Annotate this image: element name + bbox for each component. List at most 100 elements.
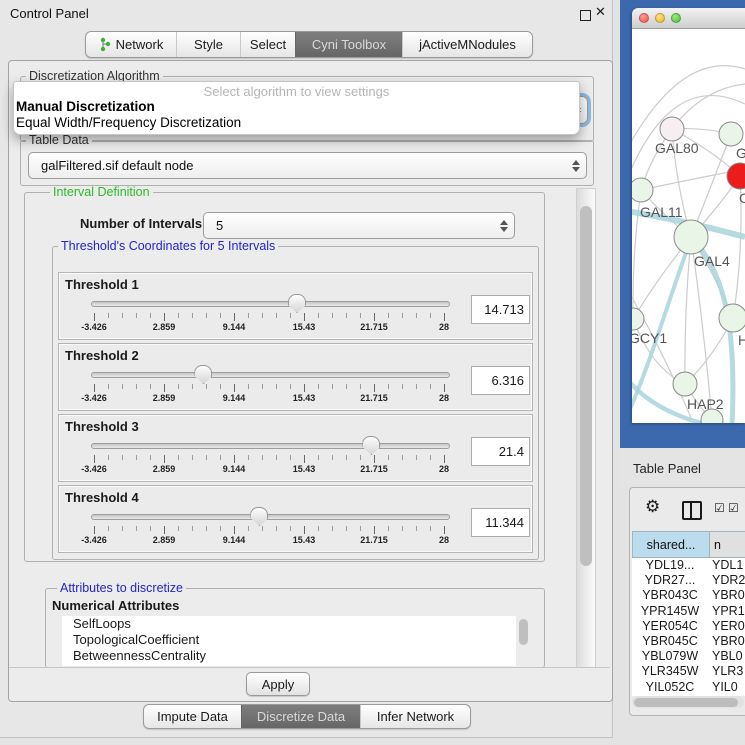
network-node[interactable] <box>660 117 684 141</box>
column-header-shared-name[interactable]: shared... <box>633 532 710 557</box>
column-layout-icon[interactable] <box>682 501 702 520</box>
attribute-list-item[interactable]: BetweennessCentrality <box>62 648 516 664</box>
minimize-traffic-light-icon[interactable] <box>655 13 665 23</box>
table-row[interactable]: YIL052CYIL0 <box>632 680 745 695</box>
attributes-list-scrollbar[interactable] <box>517 616 530 666</box>
tick-mark <box>178 455 179 460</box>
dropdown-item-equal-width-frequency[interactable]: Equal Width/Frequency Discretization <box>14 115 579 131</box>
table-row[interactable]: YBL079WYBL0 <box>632 649 745 664</box>
cell-shared-name[interactable]: YBR045C <box>632 634 708 649</box>
threshold-value-field[interactable]: 14.713 <box>471 295 530 324</box>
table-row[interactable]: YBR045CYBR0 <box>632 634 745 649</box>
cell-name[interactable]: YPR1 <box>708 604 745 619</box>
tick-mark <box>304 384 305 392</box>
table-row[interactable]: YER054CYER0 <box>632 619 745 634</box>
network-node[interactable] <box>632 308 644 330</box>
table-horizontal-scrollbar[interactable] <box>632 696 744 708</box>
tab-discretize-data[interactable]: Discretize Data <box>241 705 360 728</box>
tick-mark <box>94 455 95 463</box>
cell-name[interactable]: YBR0 <box>708 588 745 603</box>
threshold-slider-thumb[interactable] <box>362 436 380 455</box>
threshold-label: Threshold 4 <box>65 490 139 505</box>
threshold-value-field[interactable]: 11.344 <box>471 508 530 537</box>
tab-select[interactable]: Select <box>240 32 295 57</box>
tick-mark <box>94 384 95 392</box>
table-panel-title: Table Panel <box>633 461 701 476</box>
cell-shared-name[interactable]: YBR043C <box>632 588 708 603</box>
tick-mark <box>192 384 193 389</box>
network-node[interactable] <box>719 304 745 332</box>
tick-mark <box>332 313 333 318</box>
scrollbar-thumb[interactable] <box>634 698 738 707</box>
tick-mark <box>136 455 137 460</box>
cell-shared-name[interactable]: YDL19... <box>632 558 708 573</box>
threshold-slider-track[interactable] <box>91 514 450 520</box>
tab-cyni-toolbox[interactable]: Cyni Toolbox <box>295 32 402 57</box>
dropdown-item-manual-discretization[interactable]: Manual Discretization <box>14 99 579 115</box>
cell-name[interactable]: YDL1 <box>708 558 743 573</box>
tick-mark <box>304 313 305 321</box>
network-node-label: GAL11 <box>640 204 683 220</box>
apply-button[interactable]: Apply <box>246 672 310 696</box>
cell-name[interactable]: YBL0 <box>708 649 743 664</box>
table-row[interactable]: YDL19...YDL1 <box>632 558 745 573</box>
threshold-slider-thumb[interactable] <box>288 294 306 313</box>
tick-mark <box>234 313 235 321</box>
cell-name[interactable]: YIL0 <box>708 680 738 695</box>
threshold-slider-track[interactable] <box>91 443 450 449</box>
tab-infer-network[interactable]: Infer Network <box>360 705 470 728</box>
network-canvas[interactable]: GAL80GACGAL11GAL4GCY1HHAP2 <box>632 29 745 423</box>
network-node[interactable] <box>719 122 743 146</box>
network-node-label: GA <box>736 145 745 161</box>
tick-mark <box>94 526 95 534</box>
cell-shared-name[interactable]: YIL052C <box>632 680 708 695</box>
settings-scrollbar[interactable] <box>576 188 596 668</box>
select-checkbox-icon[interactable]: ☑ <box>714 502 725 514</box>
tick-mark <box>192 455 193 460</box>
tab-impute-data[interactable]: Impute Data <box>144 705 241 728</box>
cell-shared-name[interactable]: YBL079W <box>632 649 708 664</box>
number-of-intervals-combobox[interactable]: 5 <box>203 212 515 239</box>
table-row[interactable]: YBR043CYBR0 <box>632 588 745 603</box>
cell-name[interactable]: YLR3 <box>708 664 743 679</box>
threshold-value-field[interactable]: 6.316 <box>471 366 530 395</box>
close-icon[interactable]: ✕ <box>595 4 606 20</box>
threshold-slider-thumb[interactable] <box>194 365 212 384</box>
cell-name[interactable]: YBR0 <box>708 634 745 649</box>
network-node[interactable] <box>674 220 708 254</box>
network-node[interactable] <box>673 372 697 396</box>
cell-shared-name[interactable]: YER054C <box>632 619 708 634</box>
cell-name[interactable]: YDR2 <box>708 573 745 588</box>
network-edge[interactable] <box>632 289 692 420</box>
cell-shared-name[interactable]: YLR345W <box>632 664 708 679</box>
attribute-list-item[interactable]: SelfLoops <box>62 616 516 632</box>
threshold-slider-track[interactable] <box>91 372 450 378</box>
tab-network[interactable]: Network <box>86 32 176 57</box>
combobox-arrows-icon <box>566 160 586 172</box>
table-row[interactable]: YPR145WYPR1 <box>632 604 745 619</box>
tab-jactivemnodules-label: jActiveMNodules <box>419 37 516 52</box>
float-window-icon[interactable] <box>580 10 591 21</box>
network-node[interactable] <box>632 178 653 202</box>
table-row[interactable]: YDR27...YDR2 <box>632 573 745 588</box>
table-data-combobox[interactable]: galFiltered.sif default node <box>28 152 587 179</box>
scrollbar-thumb[interactable] <box>580 206 592 566</box>
threshold-value-field[interactable]: 21.4 <box>471 437 530 466</box>
tab-jactivemnodules[interactable]: jActiveMNodules <box>402 32 532 57</box>
threshold-slider-track[interactable] <box>91 301 450 307</box>
scrollbar-thumb[interactable] <box>519 619 528 645</box>
cell-shared-name[interactable]: YPR145W <box>632 604 708 619</box>
network-window-titlebar[interactable] <box>632 8 745 29</box>
column-header-name[interactable]: n <box>710 532 745 557</box>
threshold-slider-thumb[interactable] <box>250 507 268 526</box>
table-row[interactable]: YLR345WYLR3 <box>632 664 745 679</box>
cell-shared-name[interactable]: YDR27... <box>632 573 708 588</box>
zoom-traffic-light-icon[interactable] <box>671 13 681 23</box>
select-all-checkbox-icon[interactable]: ☑ <box>728 502 739 514</box>
close-traffic-light-icon[interactable] <box>639 13 649 23</box>
gear-icon[interactable]: ⚙ <box>645 498 660 515</box>
tab-style[interactable]: Style <box>176 32 240 57</box>
screen: Control Panel ✕ Network Style Select Cyn… <box>0 0 745 745</box>
cell-name[interactable]: YER0 <box>708 619 745 634</box>
attribute-list-item[interactable]: TopologicalCoefficient <box>62 632 516 648</box>
